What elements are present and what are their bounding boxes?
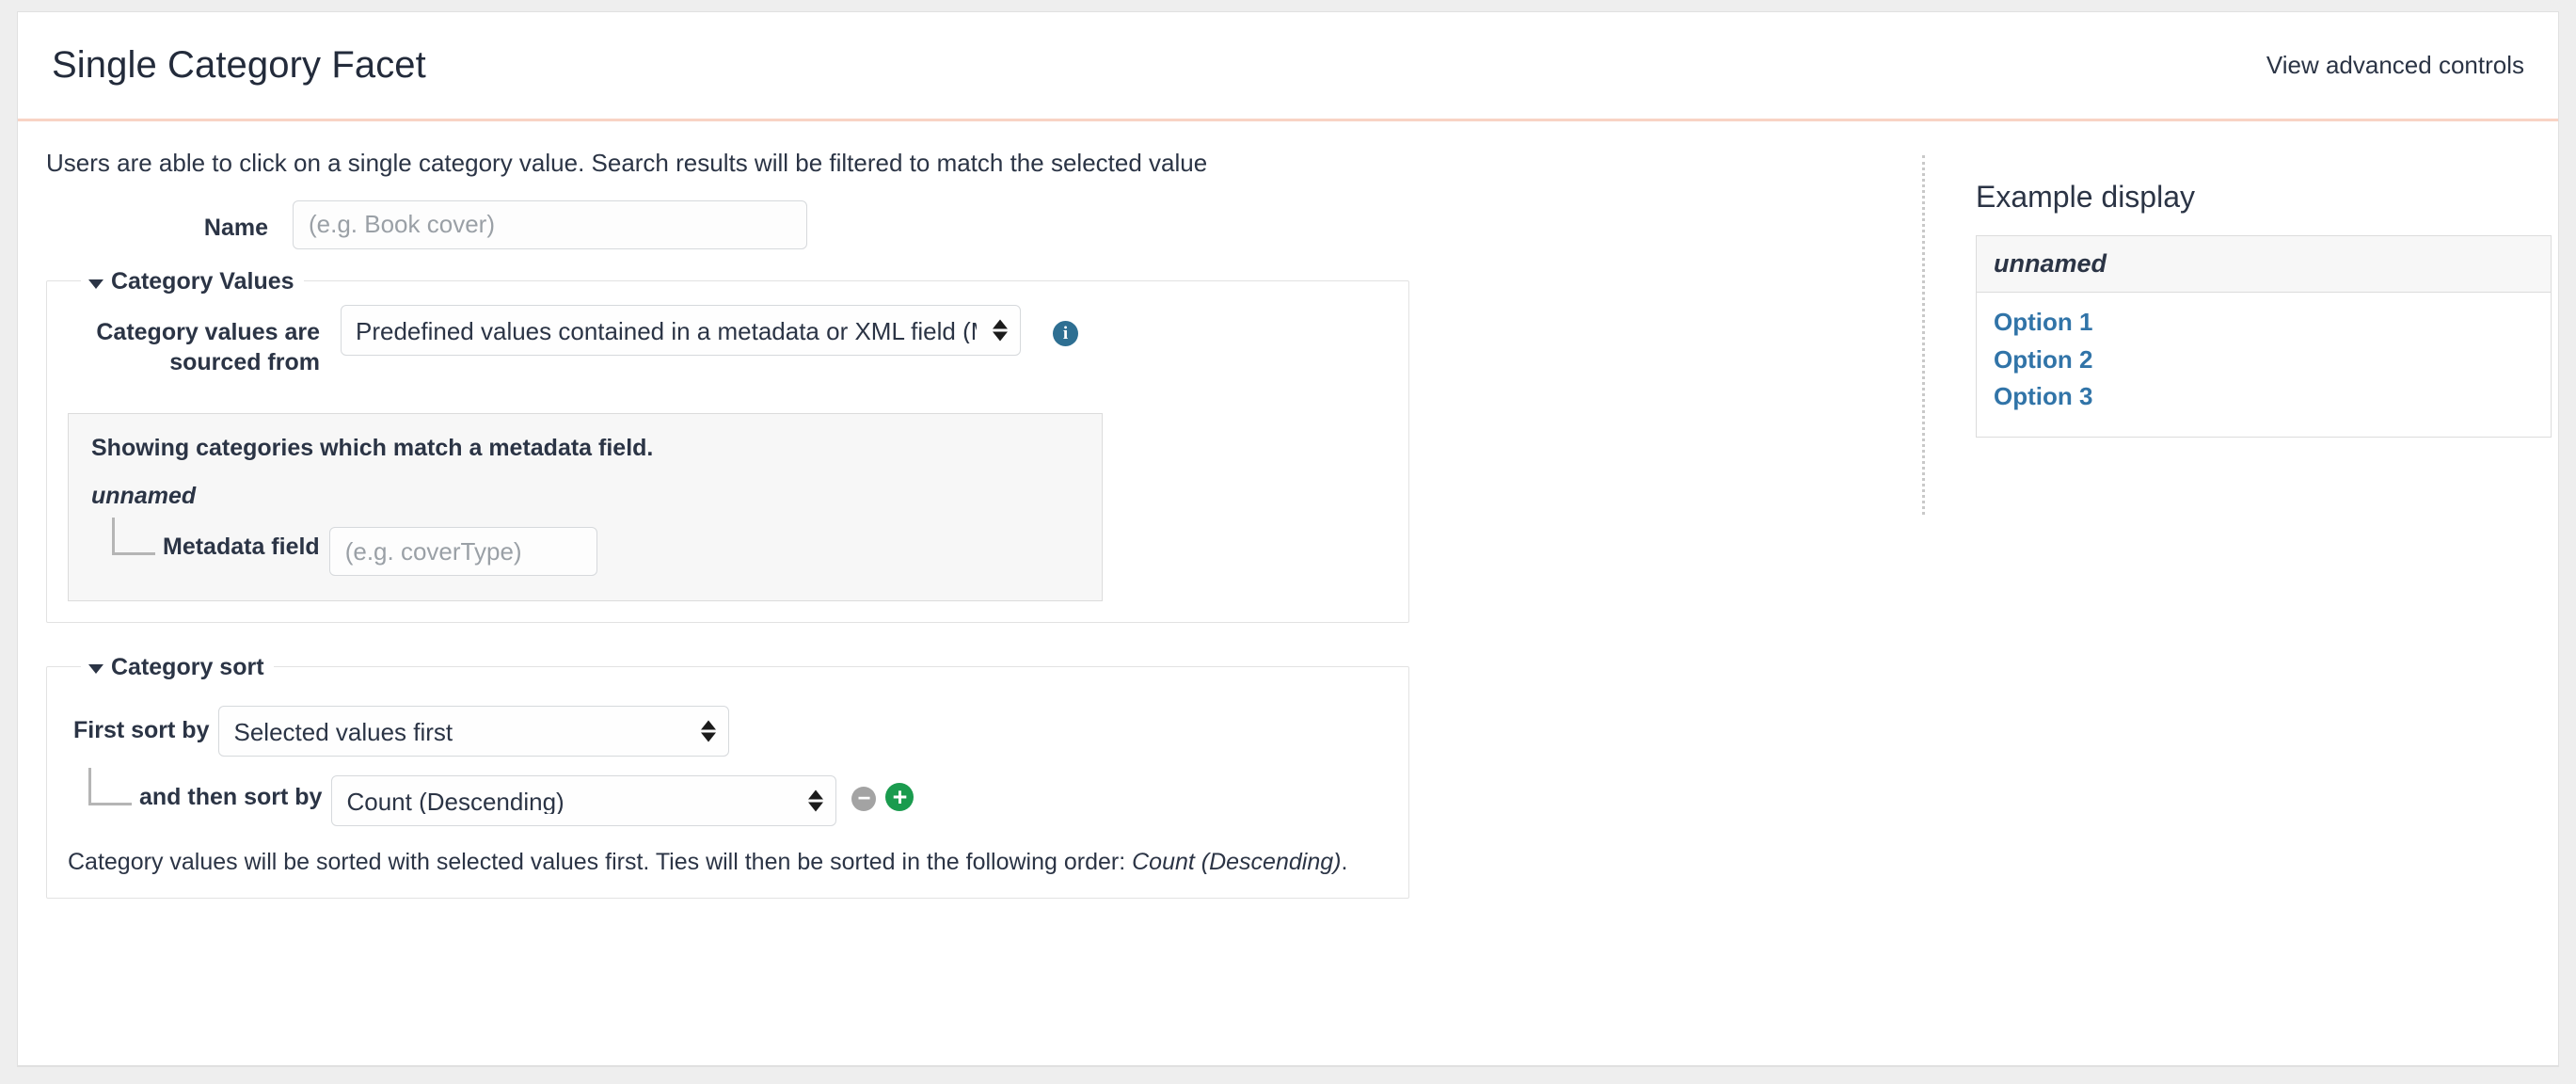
sort-summary-suffix: . [1341, 849, 1347, 875]
metadata-field-label: Metadata field [155, 534, 329, 576]
category-sort-legend-label: Category sort [111, 654, 264, 681]
category-sort-legend[interactable]: Category sort [81, 651, 274, 681]
first-sort-row: First sort by Selected values first [68, 706, 1388, 757]
list-item[interactable]: Option 1 [1994, 304, 2534, 342]
then-sort-select[interactable]: Count (Descending) [331, 775, 836, 826]
name-label: Name [46, 200, 293, 244]
chevron-down-icon[interactable] [88, 279, 103, 289]
source-select-wrapper: Predefined values contained in a metadat… [341, 305, 1021, 356]
first-sort-label: First sort by [68, 717, 218, 744]
list-item[interactable]: Option 2 [1994, 342, 2534, 379]
metadata-panel: Showing categories which match a metadat… [68, 413, 1103, 601]
form-column: Users are able to click on a single cate… [18, 121, 1922, 927]
category-sort-fieldset: Category sort First sort by Selected val… [46, 651, 1409, 899]
example-display-title: Example display [1976, 180, 2552, 215]
chevron-down-icon[interactable] [88, 664, 103, 674]
category-values-fieldset: Category Values Category values are sour… [46, 266, 1409, 624]
sort-summary-emphasis: Count (Descending) [1132, 849, 1341, 875]
sort-summary: Category values will be sorted with sele… [68, 847, 1388, 878]
example-display-column: Example display unnamed Option 1 Option … [1922, 121, 2552, 438]
source-select[interactable]: Predefined values contained in a metadat… [341, 305, 1021, 356]
example-facet-box: unnamed Option 1 Option 2 Option 3 [1976, 235, 2552, 438]
metadata-field-input[interactable] [329, 527, 597, 576]
first-sort-select[interactable]: Selected values first [218, 706, 729, 757]
category-values-legend[interactable]: Category Values [81, 266, 304, 296]
card-body: Users are able to click on a single cate… [18, 121, 2558, 927]
source-label: Category values are sourced from [68, 305, 341, 377]
metadata-panel-title: Showing categories which match a metadat… [91, 435, 1079, 462]
settings-card: Single Category Facet View advanced cont… [17, 11, 2559, 1067]
metadata-field-row: Metadata field [91, 518, 1079, 576]
example-facet-name: unnamed [1977, 236, 2551, 293]
tree-elbow-icon [88, 768, 132, 805]
view-advanced-controls-link[interactable]: View advanced controls [2266, 51, 2524, 80]
source-row: Category values are sourced from Predefi… [68, 305, 1388, 377]
then-sort-label: and then sort by [132, 784, 331, 826]
example-facet-options: Option 1 Option 2 Option 3 [1977, 293, 2551, 437]
first-sort-select-wrapper: Selected values first [218, 706, 729, 757]
remove-sort-button[interactable]: − [851, 787, 876, 811]
category-values-legend-label: Category Values [111, 268, 294, 295]
sort-summary-prefix: Category values will be sorted with sele… [68, 849, 1132, 875]
vertical-divider [1922, 155, 1925, 515]
intro-description: Users are able to click on a single cate… [46, 148, 1922, 180]
metadata-panel-subtitle: unnamed [91, 483, 1079, 510]
tree-elbow-icon [112, 518, 155, 555]
then-sort-row: and then sort by Count (Descending) − + [68, 768, 1388, 826]
name-input[interactable] [293, 200, 807, 249]
then-sort-select-wrapper: Count (Descending) [331, 775, 836, 826]
page-title: Single Category Facet [52, 44, 426, 87]
list-item[interactable]: Option 3 [1994, 378, 2534, 416]
card-header: Single Category Facet View advanced cont… [18, 12, 2558, 121]
info-icon[interactable]: i [1053, 321, 1078, 346]
name-row: Name [46, 200, 1922, 249]
add-sort-button[interactable]: + [885, 783, 914, 811]
